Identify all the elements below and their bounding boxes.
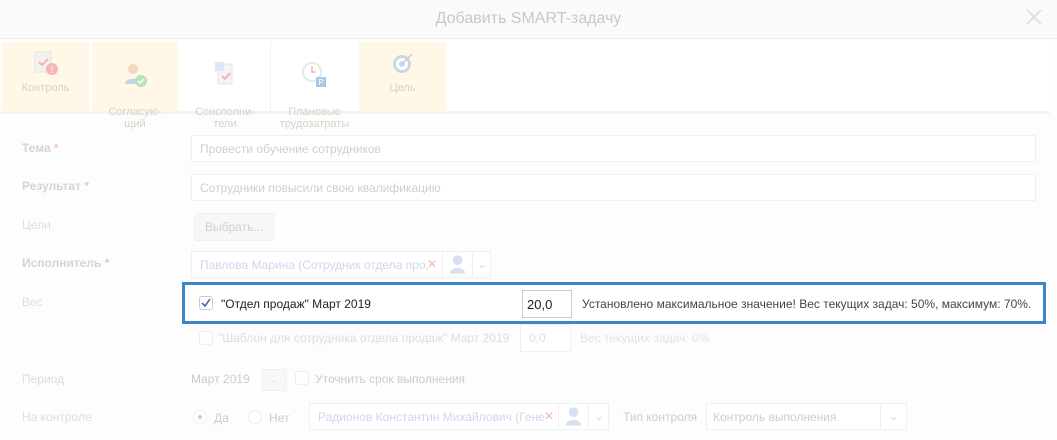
radio-yes[interactable] <box>193 410 207 424</box>
weight-row-name: "Шаблон для сотрудника отдела продаж" Ма… <box>218 331 510 345</box>
toolbar-approver[interactable]: Согласую- щий <box>92 42 178 130</box>
radio-no[interactable] <box>248 410 262 424</box>
control-type-value: Контроль выполнения <box>713 410 837 424</box>
target-icon <box>392 53 413 73</box>
weight-checkbox[interactable] <box>199 296 213 310</box>
dialog-titlebar: Добавить SMART-задачу <box>0 0 1057 39</box>
chevron-down-icon[interactable]: ⌄ <box>472 252 491 277</box>
coexecutors-icon <box>215 62 233 85</box>
refine-deadline-label: Уточнить срок выполнения <box>315 372 466 386</box>
toolbar-label: Цель <box>389 82 416 94</box>
weight-checkbox[interactable] <box>199 331 213 345</box>
on-control-label: На контроле <box>22 410 92 424</box>
executor-label: Исполнитель * <box>22 256 110 270</box>
clock-p-icon: P <box>301 62 326 87</box>
close-icon[interactable] <box>1025 8 1043 26</box>
chevron-down-icon[interactable]: ⌄ <box>588 404 609 429</box>
check-icon <box>201 298 211 308</box>
toolbar-label: Плановые трудозатраты <box>279 106 350 130</box>
remove-icon[interactable]: ✕ <box>544 409 554 423</box>
result-input[interactable]: Сотрудники повысили свою квалификацию <box>191 174 1036 201</box>
control-type-label: Тип контроля <box>623 410 698 424</box>
weight-input[interactable]: 20,0 <box>522 290 572 318</box>
toolbar-label: Согласую- щий <box>108 106 162 130</box>
dialog-title: Добавить SMART-задачу <box>435 10 622 27</box>
refine-deadline-checkbox[interactable] <box>295 371 309 385</box>
weight-note: Вес текущих задач: 0% <box>580 331 710 345</box>
executor-field[interactable]: Павлова Марина (Сотрудник отдела про, ✕ … <box>191 251 491 278</box>
user-icon[interactable] <box>442 252 472 277</box>
controller-field[interactable]: Радионов Константин Михайлович (Гене ✕ ⌄ <box>309 403 609 430</box>
toolbar-goal[interactable]: Цель <box>359 42 446 112</box>
toolbar-control[interactable]: ! Контроль <box>2 42 89 112</box>
toolbar-label: Соисполни- тели <box>195 106 255 130</box>
weight-input[interactable]: 0,0 <box>520 324 571 352</box>
controller-value: Радионов Константин Михайлович (Гене <box>318 410 545 424</box>
period-label: Период <box>22 372 65 386</box>
user-icon[interactable] <box>558 404 588 429</box>
weight-note: Установлено максимальное значение! Вес т… <box>582 297 1032 311</box>
weight-row-name: "Отдел продаж" Март 2019 <box>221 297 371 311</box>
goals-label: Цели <box>22 218 51 232</box>
chevron-down-icon[interactable]: ⌄ <box>880 404 906 429</box>
radio-no-label: Нет <box>269 411 290 425</box>
executor-value: Павлова Марина (Сотрудник отдела про, <box>200 258 429 272</box>
weight-label: Вес <box>22 295 43 309</box>
remove-icon[interactable]: ✕ <box>427 257 437 271</box>
topic-input[interactable]: Провести обучение сотрудников <box>191 135 1036 162</box>
select-goals-button[interactable]: Выбрать... <box>194 213 275 241</box>
toolbar-planned-effort[interactable]: P Плановые трудозатраты <box>270 42 358 130</box>
toolbar: ! Контроль Согласую- щий Соисполни- тели… <box>0 40 1050 130</box>
user-check-icon <box>125 64 147 87</box>
radio-yes-label: Да <box>214 411 229 425</box>
period-picker-button[interactable]: ... <box>262 369 287 391</box>
svg-text:P: P <box>318 78 323 87</box>
topic-label: Тема * <box>22 141 59 155</box>
svg-text:!: ! <box>50 65 53 75</box>
weight-row-highlighted: "Отдел продаж" Март 2019 20,0 Установлен… <box>182 282 1046 324</box>
toolbar-coexecutors[interactable]: Соисполни- тели <box>181 42 269 130</box>
clipboard-alert-icon: ! <box>34 51 58 75</box>
result-label: Результат * <box>22 179 89 193</box>
control-type-select[interactable]: Контроль выполнения ⌄ <box>706 403 907 430</box>
toolbar-label: Контроль <box>21 82 70 94</box>
period-value: Март 2019 <box>191 372 250 386</box>
